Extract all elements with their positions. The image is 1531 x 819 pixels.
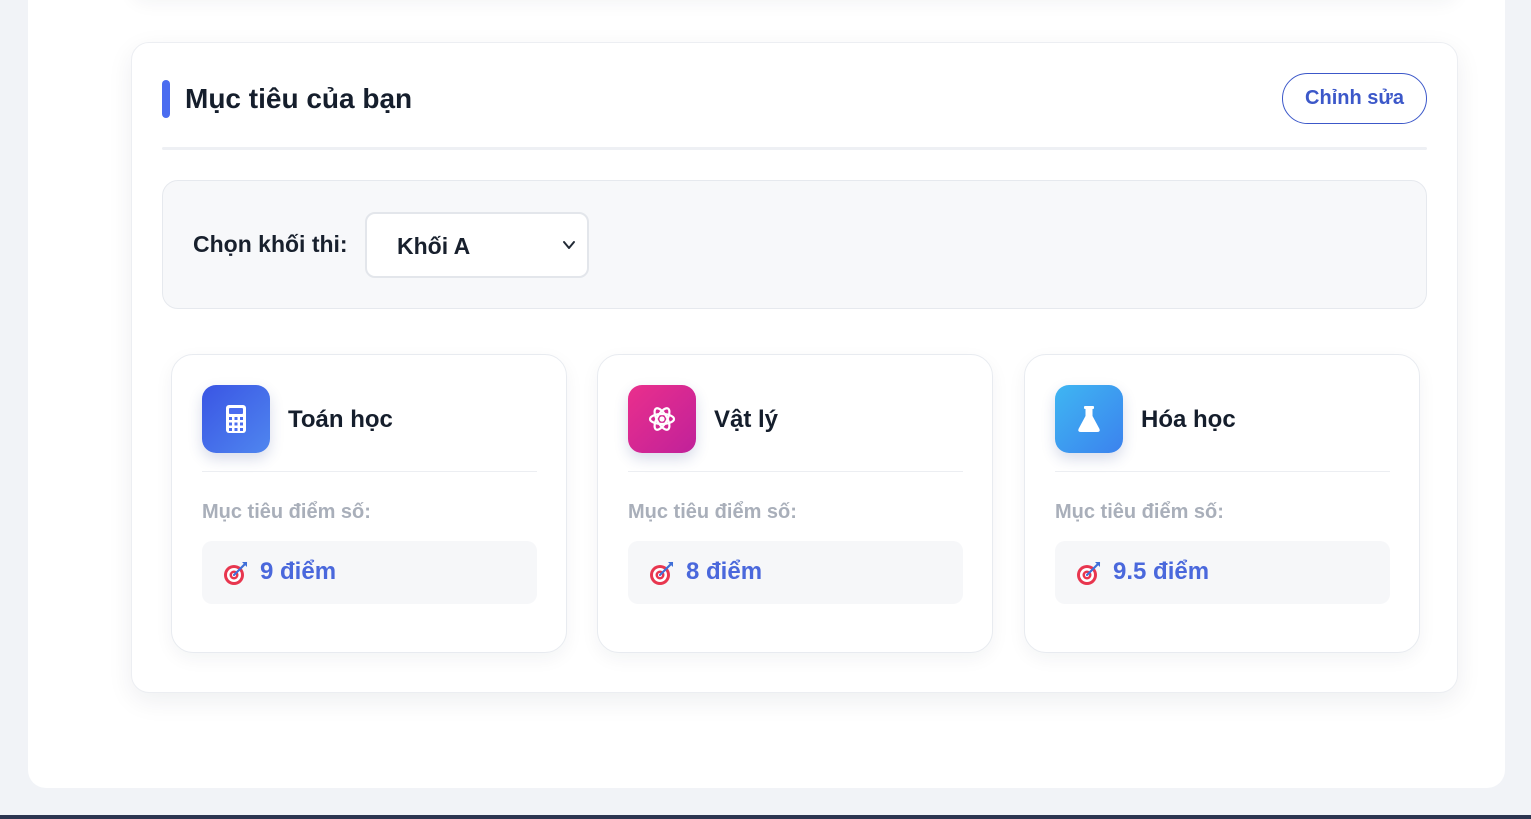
subject-divider — [628, 471, 963, 472]
subject-card-math: Toán học Mục tiêu điểm số: 9 điểm — [171, 354, 567, 653]
goals-card: Mục tiêu của bạn Chỉnh sửa Chọn khối thi… — [131, 42, 1458, 693]
section-title: Mục tiêu của bạn — [185, 83, 413, 114]
calculator-icon — [202, 385, 270, 453]
target-score-value: 8 điểm — [686, 558, 763, 585]
edit-button[interactable]: Chỉnh sửa — [1282, 73, 1427, 124]
block-select-value: Khối A — [397, 233, 471, 259]
target-icon — [650, 561, 674, 585]
section-accent-bar — [162, 80, 170, 118]
target-score-value: 9.5 điểm — [1113, 558, 1210, 585]
target-label: Mục tiêu điểm số: — [628, 501, 797, 523]
target-icon — [224, 561, 248, 585]
subject-name: Vật lý — [714, 406, 779, 433]
subject-name: Toán học — [288, 406, 393, 433]
chevron-down-icon — [563, 241, 575, 249]
block-selector-panel: Chọn khối thi: Khối A — [162, 180, 1427, 309]
flask-icon — [1055, 385, 1123, 453]
bottom-edge-bar — [0, 815, 1531, 819]
subject-name: Hóa học — [1141, 406, 1236, 433]
block-select[interactable]: Khối A — [365, 212, 589, 278]
target-label: Mục tiêu điểm số: — [1055, 501, 1224, 523]
subject-divider — [1055, 471, 1390, 472]
subject-card-chemistry: Hóa học Mục tiêu điểm số: 9.5 điểm — [1024, 354, 1420, 653]
target-score-box: 9 điểm — [202, 541, 537, 604]
target-icon — [1077, 561, 1101, 585]
block-selector-label: Chọn khối thi: — [193, 231, 348, 257]
target-label: Mục tiêu điểm số: — [202, 501, 371, 523]
target-score-box: 9.5 điểm — [1055, 541, 1390, 604]
subject-card-physics: Vật lý Mục tiêu điểm số: 8 điểm — [597, 354, 993, 653]
target-score-value: 9 điểm — [260, 558, 337, 585]
target-score-box: 8 điểm — [628, 541, 963, 604]
subject-divider — [202, 471, 537, 472]
header-divider — [162, 147, 1427, 150]
atom-icon — [628, 385, 696, 453]
main-panel: Mục tiêu của bạn Chỉnh sửa Chọn khối thi… — [28, 0, 1505, 788]
